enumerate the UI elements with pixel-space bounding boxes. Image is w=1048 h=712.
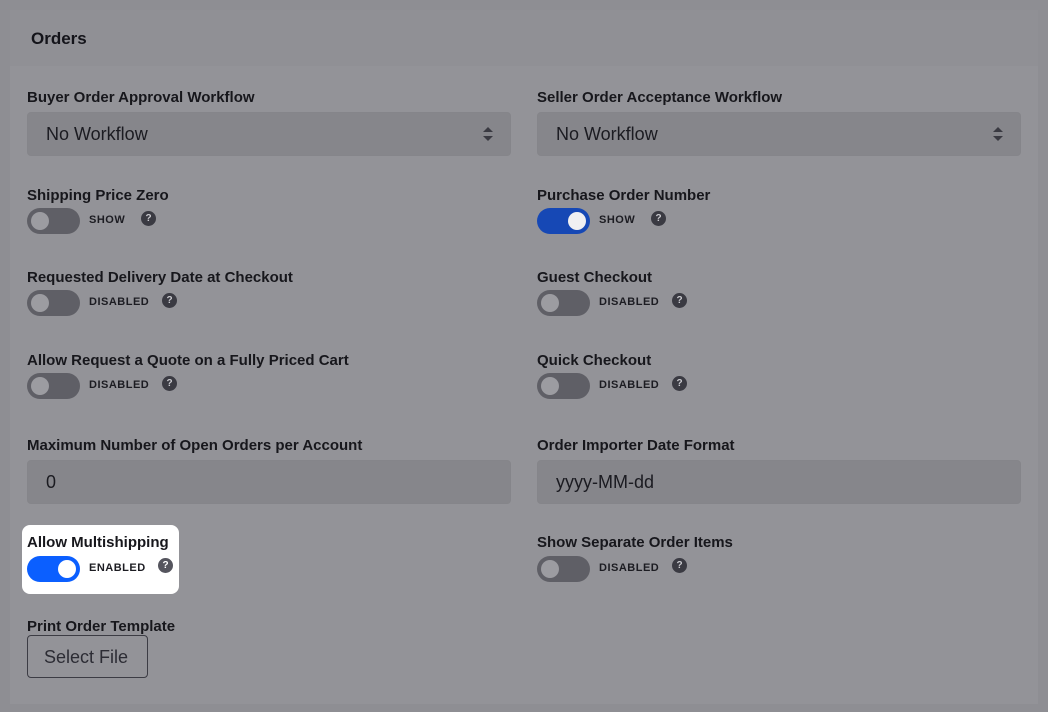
- max-orders-value: 0: [46, 472, 57, 492]
- seller-workflow-value: No Workflow: [556, 124, 658, 144]
- shipping-zero-state: SHOW: [89, 214, 126, 226]
- multishipping-toggle[interactable]: [27, 556, 80, 582]
- max-orders-field: Maximum Number of Open Orders per Accoun…: [27, 437, 511, 507]
- section-title: Orders: [31, 29, 87, 48]
- buyer-workflow-label: Buyer Order Approval Workflow: [27, 89, 255, 106]
- buyer-workflow-field: Buyer Order Approval Workflow No Workflo…: [27, 89, 511, 159]
- quick-checkout-field: Quick Checkout DISABLED ?: [537, 352, 837, 402]
- question-circle-icon[interactable]: ?: [672, 376, 687, 391]
- guest-checkout-field: Guest Checkout DISABLED ?: [537, 269, 837, 319]
- delivery-date-field: Requested Delivery Date at Checkout DISA…: [27, 269, 347, 319]
- question-circle-icon[interactable]: ?: [162, 376, 177, 391]
- question-circle-icon[interactable]: ?: [651, 211, 666, 226]
- quick-checkout-state: DISABLED: [599, 379, 660, 391]
- separate-items-state: DISABLED: [599, 562, 660, 574]
- print-template-field: Print Order Template Select File: [27, 618, 227, 688]
- toggle-knob: [58, 560, 76, 578]
- question-circle-icon[interactable]: ?: [162, 293, 177, 308]
- multishipping-state: ENABLED: [89, 562, 146, 574]
- question-circle-icon[interactable]: ?: [672, 558, 687, 573]
- seller-workflow-select[interactable]: No Workflow: [537, 112, 1021, 156]
- toggle-knob: [31, 294, 49, 312]
- shipping-zero-label: Shipping Price Zero: [27, 187, 169, 204]
- toggle-knob: [541, 377, 559, 395]
- delivery-date-toggle[interactable]: [27, 290, 80, 316]
- card-header: Orders: [10, 10, 1038, 66]
- sort-arrows-icon: [993, 127, 1003, 141]
- quote-cart-toggle[interactable]: [27, 373, 80, 399]
- select-file-label: Select File: [44, 647, 129, 667]
- toggle-knob: [31, 377, 49, 395]
- delivery-date-label: Requested Delivery Date at Checkout: [27, 269, 293, 286]
- date-format-label: Order Importer Date Format: [537, 437, 735, 454]
- multishipping-field: Allow Multishipping ENABLED ?: [27, 534, 177, 584]
- toggle-knob: [541, 560, 559, 578]
- po-number-field: Purchase Order Number SHOW ?: [537, 187, 837, 237]
- po-number-toggle[interactable]: [537, 208, 590, 234]
- shipping-zero-toggle[interactable]: [27, 208, 80, 234]
- shipping-zero-field: Shipping Price Zero SHOW ?: [27, 187, 327, 237]
- question-circle-icon[interactable]: ?: [158, 558, 173, 573]
- sort-arrows-icon: [483, 127, 493, 141]
- guest-checkout-state: DISABLED: [599, 296, 660, 308]
- buyer-workflow-select[interactable]: No Workflow: [27, 112, 511, 156]
- buyer-workflow-value: No Workflow: [46, 124, 148, 144]
- guest-checkout-toggle[interactable]: [537, 290, 590, 316]
- question-circle-icon[interactable]: ?: [672, 293, 687, 308]
- quick-checkout-toggle[interactable]: [537, 373, 590, 399]
- multishipping-highlight: Allow Multishipping ENABLED ?: [22, 525, 179, 594]
- select-file-button[interactable]: Select File: [27, 635, 148, 678]
- po-number-state: SHOW: [599, 214, 636, 226]
- toggle-knob: [568, 212, 586, 230]
- guest-checkout-label: Guest Checkout: [537, 269, 653, 286]
- quote-cart-label: Allow Request a Quote on a Fully Priced …: [27, 352, 349, 369]
- separate-items-label: Show Separate Order Items: [537, 534, 733, 551]
- multishipping-label: Allow Multishipping: [27, 534, 169, 551]
- separate-items-toggle[interactable]: [537, 556, 590, 582]
- max-orders-label: Maximum Number of Open Orders per Accoun…: [27, 437, 363, 454]
- po-number-label: Purchase Order Number: [537, 187, 711, 204]
- quick-checkout-label: Quick Checkout: [537, 352, 652, 369]
- date-format-input[interactable]: yyyy-MM-dd: [537, 460, 1021, 504]
- max-orders-input[interactable]: 0: [27, 460, 511, 504]
- toggle-knob: [541, 294, 559, 312]
- delivery-date-state: DISABLED: [89, 296, 150, 308]
- seller-workflow-field: Seller Order Acceptance Workflow No Work…: [537, 89, 1021, 159]
- quote-cart-field: Allow Request a Quote on a Fully Priced …: [27, 352, 407, 402]
- print-template-label: Print Order Template: [27, 618, 176, 635]
- separate-items-field: Show Separate Order Items DISABLED ?: [537, 534, 837, 584]
- date-format-value: yyyy-MM-dd: [556, 472, 654, 492]
- date-format-field: Order Importer Date Format yyyy-MM-dd: [537, 437, 1021, 507]
- quote-cart-state: DISABLED: [89, 379, 150, 391]
- question-circle-icon[interactable]: ?: [141, 211, 156, 226]
- seller-workflow-label: Seller Order Acceptance Workflow: [537, 89, 783, 106]
- toggle-knob: [31, 212, 49, 230]
